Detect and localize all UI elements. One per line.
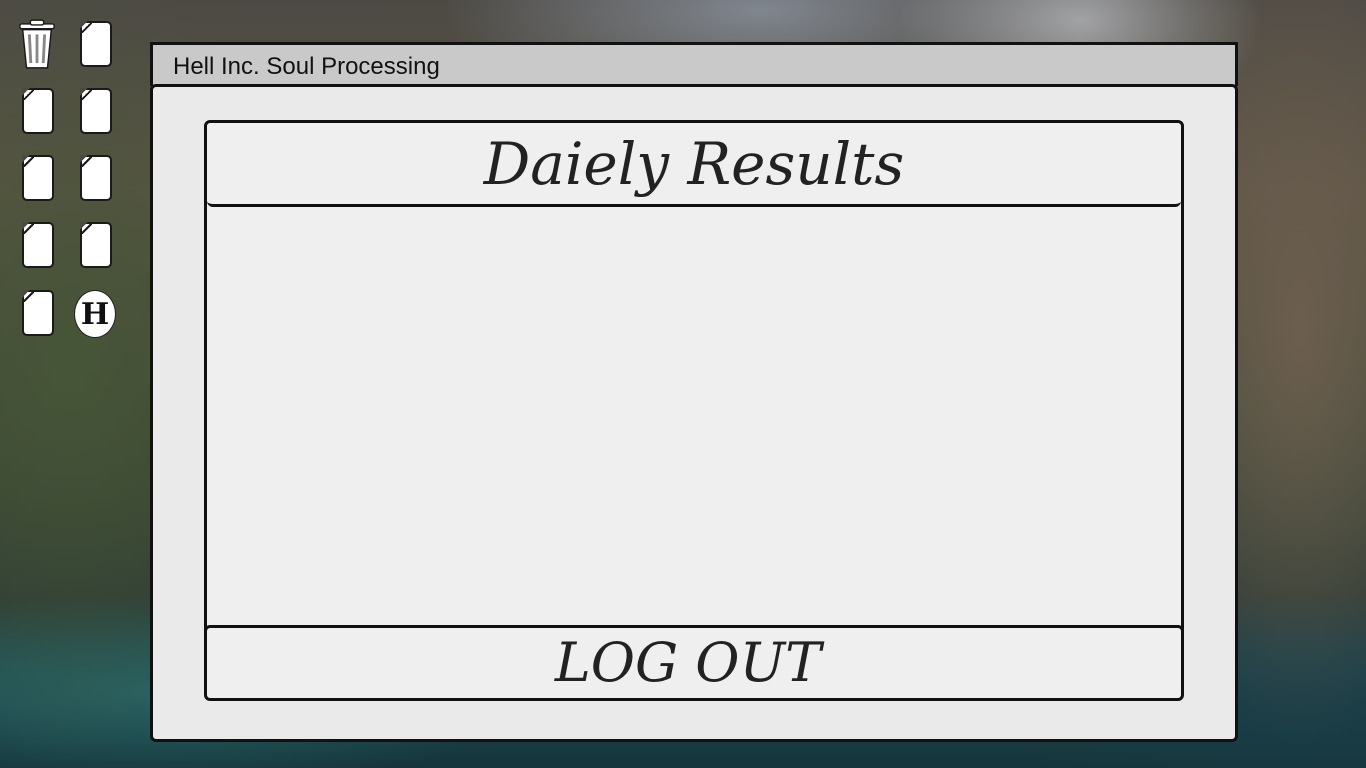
document-icon xyxy=(80,222,112,268)
trash-can-icon xyxy=(19,19,55,69)
document-icon xyxy=(80,21,112,67)
logout-button[interactable]: LOG OUT xyxy=(204,625,1184,701)
hell-inc-logo-icon: H xyxy=(74,290,116,338)
file-icon[interactable] xyxy=(17,85,59,137)
results-content-area xyxy=(207,207,1181,623)
document-icon xyxy=(80,155,112,201)
trash-icon[interactable] xyxy=(16,18,58,70)
hell-inc-app-icon[interactable]: H xyxy=(74,288,116,340)
soul-processing-window: Hell Inc. Soul Processing Daiely Results… xyxy=(150,42,1238,742)
file-icon[interactable] xyxy=(75,85,117,137)
file-icon[interactable] xyxy=(75,152,117,204)
document-icon xyxy=(22,88,54,134)
file-icon[interactable] xyxy=(75,219,117,271)
results-panel: Daiely Results LOG OUT xyxy=(204,120,1184,701)
document-icon xyxy=(22,155,54,201)
window-body: Daiely Results LOG OUT xyxy=(150,84,1238,742)
file-icon[interactable] xyxy=(17,152,59,204)
document-icon xyxy=(80,88,112,134)
file-icon[interactable] xyxy=(17,219,59,271)
results-header: Daiely Results xyxy=(207,123,1181,207)
document-icon xyxy=(22,222,54,268)
document-icon xyxy=(22,290,54,336)
window-title: Hell Inc. Soul Processing xyxy=(173,53,440,80)
file-icon[interactable] xyxy=(17,287,59,339)
window-titlebar[interactable]: Hell Inc. Soul Processing xyxy=(150,42,1238,86)
results-title: Daiely Results xyxy=(483,129,905,198)
file-icon[interactable] xyxy=(75,18,117,70)
logout-label: LOG OUT xyxy=(554,631,822,694)
